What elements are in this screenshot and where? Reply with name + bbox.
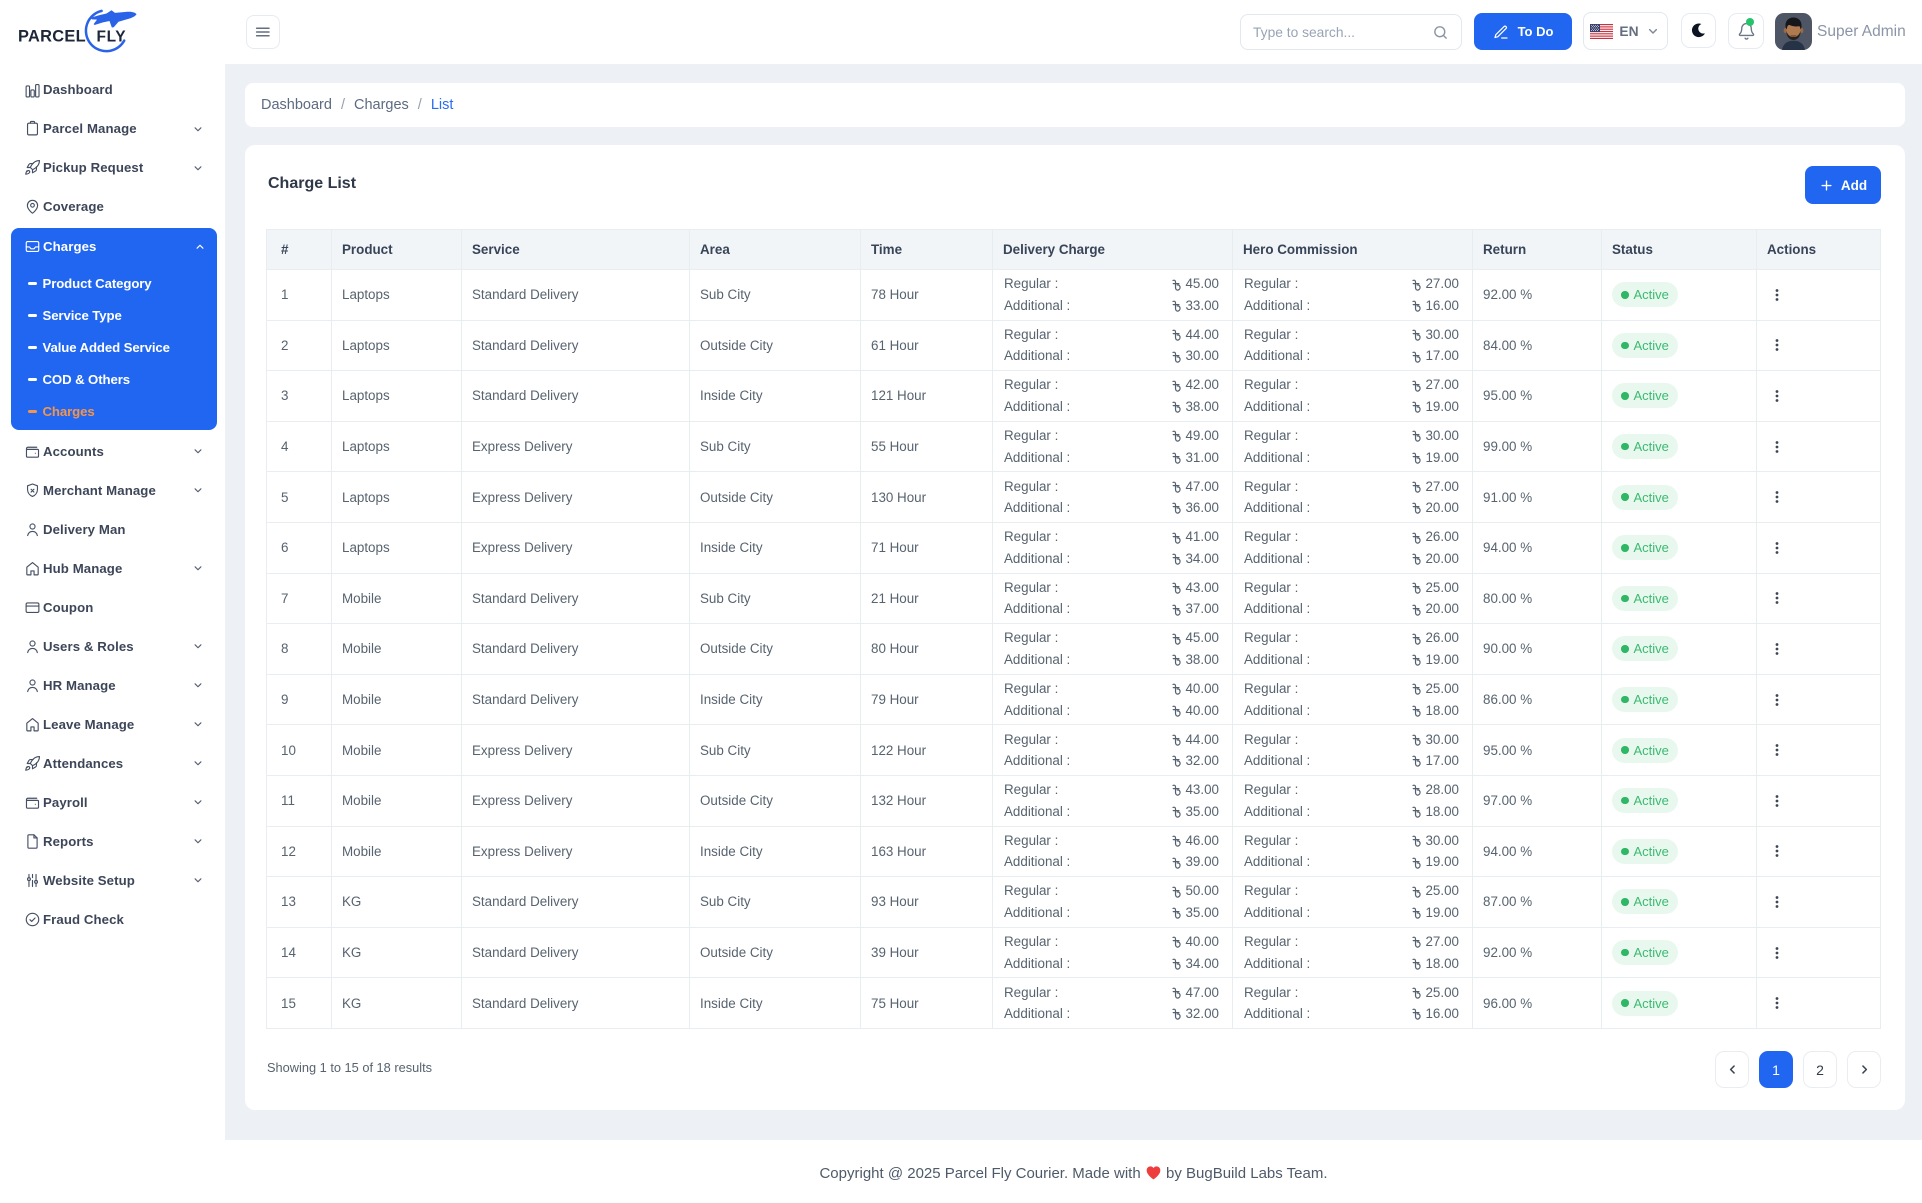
svg-text:PARCEL: PARCEL <box>18 28 86 46</box>
svg-text:FLY: FLY <box>97 29 127 46</box>
